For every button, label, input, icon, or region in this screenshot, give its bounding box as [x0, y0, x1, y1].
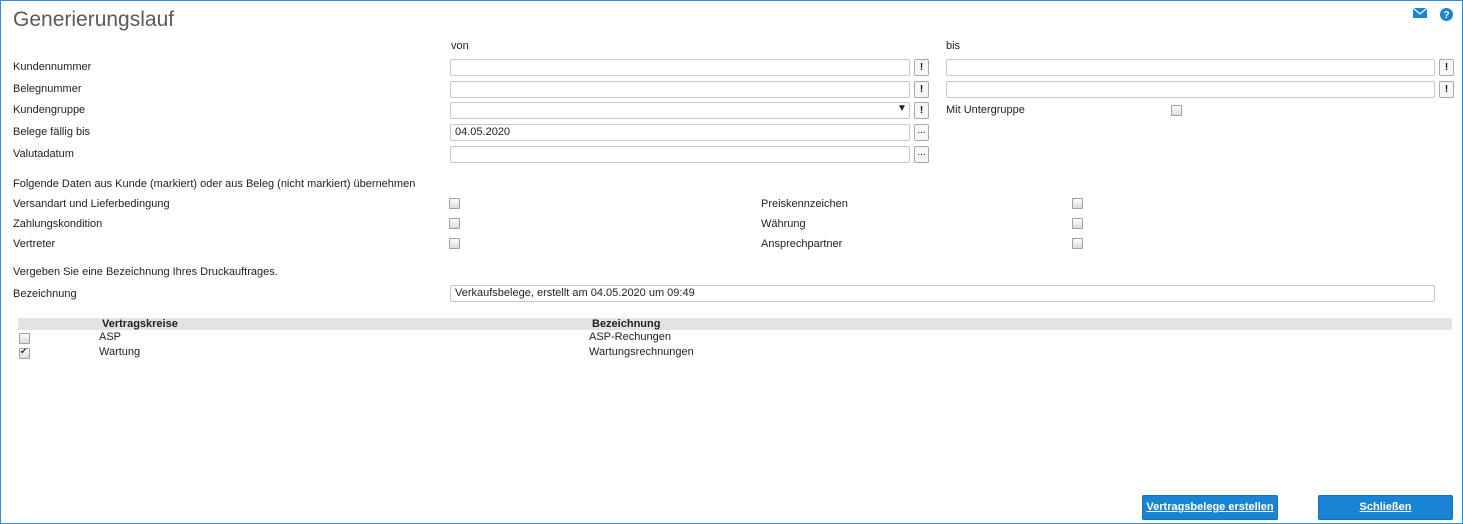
preiskennzeichen-checkbox[interactable]	[1072, 198, 1083, 209]
vertreter-checkbox[interactable]	[449, 238, 460, 249]
row-vertragskreis: Wartung	[99, 346, 141, 358]
schliessen-label: Schließen	[1359, 501, 1412, 513]
row-bezeichnung: ASP-Rechungen	[589, 331, 671, 343]
table-row[interactable]: ASP ASP-Rechungen	[18, 331, 1452, 345]
uebernahme-heading: Folgende Daten aus Kunde (markiert) oder…	[13, 178, 416, 190]
column-header-bezeichnung[interactable]: Bezeichnung	[592, 318, 660, 331]
kundengruppe-lookup-button[interactable]: !	[914, 102, 929, 119]
untergruppe-checkbox[interactable]	[1171, 105, 1182, 116]
druckauftrag-heading: Vergeben Sie eine Bezeichnung Ihres Druc…	[13, 266, 278, 278]
column-von-label: von	[451, 40, 469, 52]
row-checkbox[interactable]	[19, 346, 30, 359]
belege-faellig-date-picker-button[interactable]: ...	[914, 124, 929, 141]
vertragsbelege-erstellen-label: Vertragsbelege erstellen	[1146, 501, 1274, 513]
valutadatum-date-picker-button[interactable]: ...	[914, 146, 929, 163]
preiskennzeichen-label: Preiskennzeichen	[761, 198, 848, 210]
vertreter-label: Vertreter	[13, 238, 56, 250]
ansprechpartner-checkbox[interactable]	[1072, 238, 1083, 249]
kundennummer-bis-lookup-button[interactable]: !	[1439, 59, 1454, 76]
table-row[interactable]: Wartung Wartungsrechnungen	[18, 346, 1452, 360]
zahlungskondition-label: Zahlungskondition	[13, 218, 103, 230]
help-icon[interactable]: ?	[1440, 8, 1453, 21]
row-checkbox[interactable]	[19, 333, 30, 344]
kundennummer-von-input[interactable]	[450, 59, 910, 76]
bezeichnung-input[interactable]: Verkaufsbelege, erstellt am 04.05.2020 u…	[450, 285, 1435, 302]
belege-faellig-label: Belege fällig bis	[13, 126, 91, 138]
schliessen-button[interactable]: Schließen	[1318, 495, 1453, 520]
bezeichnung-label: Bezeichnung	[13, 288, 77, 300]
svg-text:?: ?	[1443, 10, 1449, 21]
window-frame	[0, 0, 1463, 524]
waehrung-label: Währung	[761, 218, 806, 230]
belegnummer-label: Belegnummer	[13, 83, 82, 95]
column-bis-label: bis	[946, 40, 961, 52]
mail-icon[interactable]	[1413, 8, 1427, 18]
kundennummer-label: Kundennummer	[13, 61, 92, 73]
kundengruppe-label: Kundengruppe	[13, 104, 86, 116]
vertragsbelege-erstellen-button[interactable]: Vertragsbelege erstellen	[1142, 495, 1278, 520]
column-header-vertragskreise[interactable]: Vertragskreise	[102, 318, 178, 331]
belegnummer-bis-lookup-button[interactable]: !	[1439, 81, 1454, 98]
belege-faellig-input[interactable]: 04.05.2020	[450, 124, 910, 141]
table-header	[18, 318, 1452, 330]
belegnummer-bis-input[interactable]	[946, 81, 1435, 98]
untergruppe-label: Mit Untergruppe	[946, 104, 1025, 116]
chevron-down-icon[interactable]: ▼	[897, 103, 907, 114]
valutadatum-input[interactable]	[450, 146, 910, 163]
kundennummer-bis-input[interactable]	[946, 59, 1435, 76]
zahlungskondition-checkbox[interactable]	[449, 218, 460, 229]
ansprechpartner-label: Ansprechpartner	[761, 238, 843, 250]
row-vertragskreis: ASP	[99, 331, 122, 343]
versandart-label: Versandart und Lieferbedingung	[13, 198, 170, 210]
kundengruppe-select[interactable]	[450, 102, 910, 119]
valutadatum-label: Valutadatum	[13, 148, 74, 160]
page-title: Generierungslauf	[13, 8, 175, 31]
row-bezeichnung: Wartungsrechnungen	[589, 346, 694, 358]
versandart-checkbox[interactable]	[449, 198, 460, 209]
belegnummer-von-input[interactable]	[450, 81, 910, 98]
kundennummer-von-lookup-button[interactable]: !	[914, 59, 929, 76]
belegnummer-von-lookup-button[interactable]: !	[914, 81, 929, 98]
waehrung-checkbox[interactable]	[1072, 218, 1083, 229]
